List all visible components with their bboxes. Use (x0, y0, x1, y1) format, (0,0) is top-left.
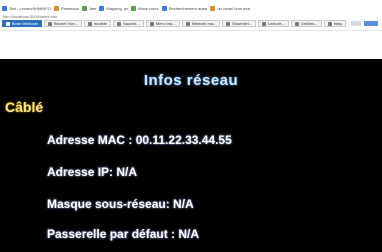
tab-favicon-icon (87, 21, 92, 26)
tab-bar: Boite Méthode Recent Vue... modèle Sauce… (0, 19, 382, 28)
page-title: Infos réseau (143, 72, 239, 89)
bookmark-4[interactable]: Macs cours (131, 5, 159, 11)
tab-5[interactable]: Network ma... (181, 20, 221, 27)
toolbar-control[interactable] (351, 21, 361, 26)
bookmarks-bar: Slot - Lecteur/IHMINFO Panneaux Jam Mapp… (0, 4, 382, 12)
bookmark-2[interactable]: Jam (81, 5, 96, 11)
tab-2[interactable]: modèle (83, 20, 112, 27)
tab-3[interactable]: Sauces... (113, 20, 144, 27)
tab-favicon-icon (261, 21, 266, 26)
browser-chrome: Slot - Lecteur/IHMINFO Panneaux Jam Mapp… (0, 0, 382, 50)
tab-favicon-icon (327, 21, 332, 26)
page-icon (210, 5, 216, 11)
default-gateway-row: Passerelle par défaut : N/A (47, 227, 200, 241)
page-icon (161, 5, 167, 11)
mac-address-row: Adresse MAC : 00.11.22.33.44.55 (47, 133, 232, 147)
tab-6[interactable]: Essentiel... (222, 20, 256, 27)
bookmark-3[interactable]: Mapping .pc (99, 5, 128, 11)
tab-7[interactable]: Lecture... (257, 20, 289, 27)
page-icon (131, 5, 137, 11)
bookmark-5[interactable]: Recherchement aussi (161, 5, 207, 11)
tab-favicon-icon (185, 21, 190, 26)
page-icon (99, 5, 105, 11)
page-icon (81, 5, 87, 11)
tab-favicon-icon (294, 21, 299, 26)
toolbar-control[interactable] (364, 21, 378, 26)
tab-favicon-icon (6, 21, 10, 26)
bookmark-1[interactable]: Panneaux (53, 5, 79, 11)
tab-0[interactable]: Boite Méthode (2, 20, 42, 27)
bookmark-0[interactable]: Slot - Lecteur/IHMINFO (2, 5, 51, 11)
tab-favicon-icon (47, 21, 52, 26)
network-info-screen: Infos réseau Câblé Adresse MAC : 00.11.2… (0, 59, 382, 252)
subnet-mask-row: Masque sous-réseau: N/A (47, 197, 194, 211)
tab-favicon-icon (226, 21, 231, 26)
page-icon (53, 5, 59, 11)
tab-9[interactable]: Infos (323, 20, 347, 27)
section-heading-wired: Câblé (5, 99, 44, 115)
divider (0, 30, 382, 31)
tab-favicon-icon (149, 21, 154, 26)
ip-address-row: Adresse IP: N/A (47, 165, 138, 179)
page-icon (2, 5, 7, 11)
tab-8[interactable]: Oreilles... (290, 20, 322, 27)
toolbar-right (351, 21, 382, 26)
bookmark-6[interactable]: un visuel hors tree (210, 5, 250, 11)
tab-4[interactable]: Menu ma... (145, 20, 180, 27)
url-text[interactable]: http://localhost:3000/index.php (3, 14, 163, 18)
tab-favicon-icon (117, 21, 122, 26)
tab-1[interactable]: Recent Vue... (43, 20, 82, 27)
